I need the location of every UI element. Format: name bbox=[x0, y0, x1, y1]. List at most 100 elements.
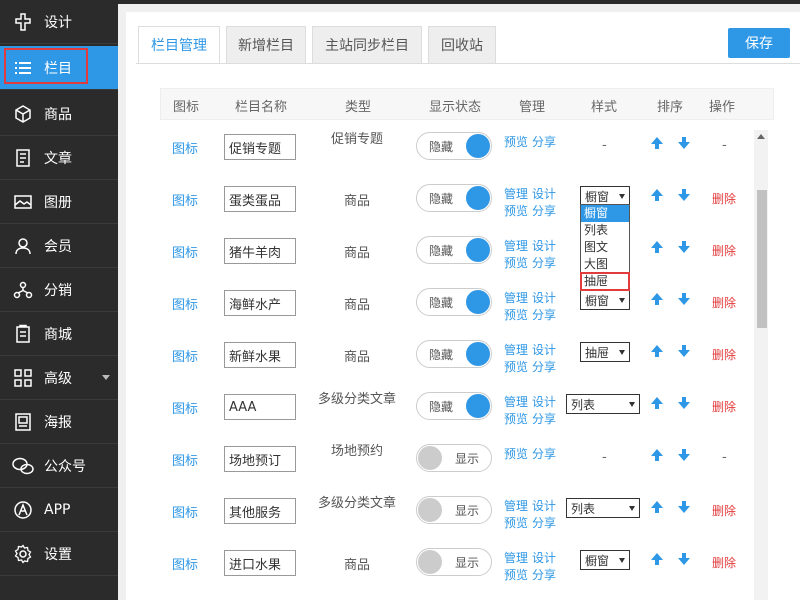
share-link[interactable]: 分享 bbox=[532, 568, 556, 582]
display-toggle[interactable]: 隐藏 bbox=[416, 236, 492, 264]
preview-link[interactable]: 预览 bbox=[504, 516, 528, 530]
design-link[interactable]: 设计 bbox=[532, 187, 556, 201]
column-name-input[interactable] bbox=[224, 342, 296, 368]
style-select[interactable]: 列表 bbox=[566, 394, 640, 414]
nav-item-advanced[interactable]: 高级 bbox=[0, 356, 118, 400]
dropdown-option-showcase[interactable]: 橱窗 bbox=[581, 205, 629, 222]
manage-link[interactable]: 管理 bbox=[504, 395, 528, 409]
display-toggle[interactable]: 隐藏 bbox=[416, 184, 492, 212]
dropdown-option-image-text[interactable]: 图文 bbox=[581, 239, 629, 256]
preview-link[interactable]: 预览 bbox=[504, 568, 528, 582]
tab-sync-main-site[interactable]: 主站同步栏目 bbox=[312, 26, 422, 64]
row-icon-link[interactable]: 图标 bbox=[172, 554, 198, 573]
column-name-input[interactable] bbox=[224, 134, 296, 160]
row-icon-link[interactable]: 图标 bbox=[172, 190, 198, 209]
style-select[interactable]: 橱窗 bbox=[580, 290, 630, 310]
arrow-up-icon[interactable] bbox=[650, 344, 664, 358]
delete-link[interactable]: 删除 bbox=[712, 346, 736, 363]
row-icon-link[interactable]: 图标 bbox=[172, 138, 198, 157]
share-link[interactable]: 分享 bbox=[532, 308, 556, 322]
arrow-up-icon[interactable] bbox=[650, 188, 664, 202]
row-icon-link[interactable]: 图标 bbox=[172, 502, 198, 521]
arrow-down-icon[interactable] bbox=[677, 500, 691, 514]
nav-item-members[interactable]: 会员 bbox=[0, 224, 118, 268]
display-toggle[interactable]: 隐藏 bbox=[416, 288, 492, 316]
row-icon-link[interactable]: 图标 bbox=[172, 242, 198, 261]
nav-item-products[interactable]: 商品 bbox=[0, 92, 118, 136]
arrow-up-icon[interactable] bbox=[650, 552, 664, 566]
nav-item-design[interactable]: 设计 bbox=[0, 0, 118, 44]
row-icon-link[interactable]: 图标 bbox=[172, 346, 198, 365]
design-link[interactable]: 设计 bbox=[532, 499, 556, 513]
arrow-down-icon[interactable] bbox=[677, 552, 691, 566]
preview-link[interactable]: 预览 bbox=[504, 204, 528, 218]
tab-add-column[interactable]: 新增栏目 bbox=[226, 26, 306, 64]
delete-link[interactable]: 删除 bbox=[712, 554, 736, 571]
design-link[interactable]: 设计 bbox=[532, 343, 556, 357]
row-icon-link[interactable]: 图标 bbox=[172, 294, 198, 313]
manage-link[interactable]: 管理 bbox=[504, 551, 528, 565]
arrow-up-icon[interactable] bbox=[650, 396, 664, 410]
manage-link[interactable]: 管理 bbox=[504, 291, 528, 305]
share-link[interactable]: 分享 bbox=[532, 256, 556, 270]
column-name-input[interactable] bbox=[224, 446, 296, 472]
dropdown-option-drawer[interactable]: 抽屉 bbox=[580, 272, 630, 291]
design-link[interactable]: 设计 bbox=[532, 395, 556, 409]
style-select[interactable]: 橱窗 bbox=[580, 186, 630, 206]
row-icon-link[interactable]: 图标 bbox=[172, 450, 198, 469]
nav-item-distribution[interactable]: 分销 bbox=[0, 268, 118, 312]
delete-link[interactable]: 删除 bbox=[712, 398, 736, 415]
manage-link[interactable]: 管理 bbox=[504, 343, 528, 357]
dropdown-option-large-image[interactable]: 大图 bbox=[581, 256, 629, 273]
arrow-up-icon[interactable] bbox=[650, 292, 664, 306]
tab-recycle-bin[interactable]: 回收站 bbox=[428, 26, 496, 64]
arrow-down-icon[interactable] bbox=[677, 396, 691, 410]
manage-link[interactable]: 管理 bbox=[504, 499, 528, 513]
tab-column-management[interactable]: 栏目管理 bbox=[138, 26, 220, 64]
preview-link[interactable]: 预览 bbox=[504, 447, 528, 461]
delete-link[interactable]: 删除 bbox=[712, 190, 736, 207]
scrollbar-thumb[interactable] bbox=[757, 190, 767, 328]
manage-link[interactable]: 管理 bbox=[504, 239, 528, 253]
nav-item-settings[interactable]: 设置 bbox=[0, 532, 118, 576]
column-name-input[interactable] bbox=[224, 238, 296, 264]
display-toggle[interactable]: 显示 bbox=[416, 548, 492, 576]
nav-item-poster[interactable]: 海报 bbox=[0, 400, 118, 444]
dropdown-option-list[interactable]: 列表 bbox=[581, 222, 629, 239]
arrow-down-icon[interactable] bbox=[677, 292, 691, 306]
arrow-down-icon[interactable] bbox=[677, 344, 691, 358]
preview-link[interactable]: 预览 bbox=[504, 256, 528, 270]
design-link[interactable]: 设计 bbox=[532, 551, 556, 565]
column-name-input[interactable] bbox=[224, 186, 296, 212]
style-select[interactable]: 列表 bbox=[566, 498, 640, 518]
display-toggle[interactable]: 隐藏 bbox=[416, 132, 492, 160]
delete-link[interactable]: 删除 bbox=[712, 242, 736, 259]
arrow-down-icon[interactable] bbox=[677, 188, 691, 202]
nav-item-articles[interactable]: 文章 bbox=[0, 136, 118, 180]
arrow-up-icon[interactable] bbox=[650, 448, 664, 462]
delete-link[interactable]: 删除 bbox=[712, 294, 736, 311]
arrow-down-icon[interactable] bbox=[677, 240, 691, 254]
preview-link[interactable]: 预览 bbox=[504, 412, 528, 426]
column-name-input[interactable] bbox=[224, 394, 296, 420]
design-link[interactable]: 设计 bbox=[532, 239, 556, 253]
arrow-up-icon[interactable] bbox=[650, 500, 664, 514]
display-toggle[interactable]: 显示 bbox=[416, 444, 492, 472]
arrow-down-icon[interactable] bbox=[677, 448, 691, 462]
nav-item-app[interactable]: APP bbox=[0, 488, 118, 532]
display-toggle[interactable]: 隐藏 bbox=[416, 392, 492, 420]
scroll-up-arrow[interactable] bbox=[757, 134, 765, 139]
column-name-input[interactable] bbox=[224, 290, 296, 316]
style-select[interactable]: 抽屉 bbox=[580, 342, 630, 362]
nav-item-mall[interactable]: 商城 bbox=[0, 312, 118, 356]
share-link[interactable]: 分享 bbox=[532, 204, 556, 218]
share-link[interactable]: 分享 bbox=[532, 412, 556, 426]
arrow-up-icon[interactable] bbox=[650, 136, 664, 150]
display-toggle[interactable]: 隐藏 bbox=[416, 340, 492, 368]
delete-link[interactable]: 删除 bbox=[712, 502, 736, 519]
column-name-input[interactable] bbox=[224, 550, 296, 576]
preview-link[interactable]: 预览 bbox=[504, 360, 528, 374]
row-icon-link[interactable]: 图标 bbox=[172, 398, 198, 417]
nav-item-album[interactable]: 图册 bbox=[0, 180, 118, 224]
nav-item-columns[interactable]: 栏目 bbox=[0, 46, 118, 90]
